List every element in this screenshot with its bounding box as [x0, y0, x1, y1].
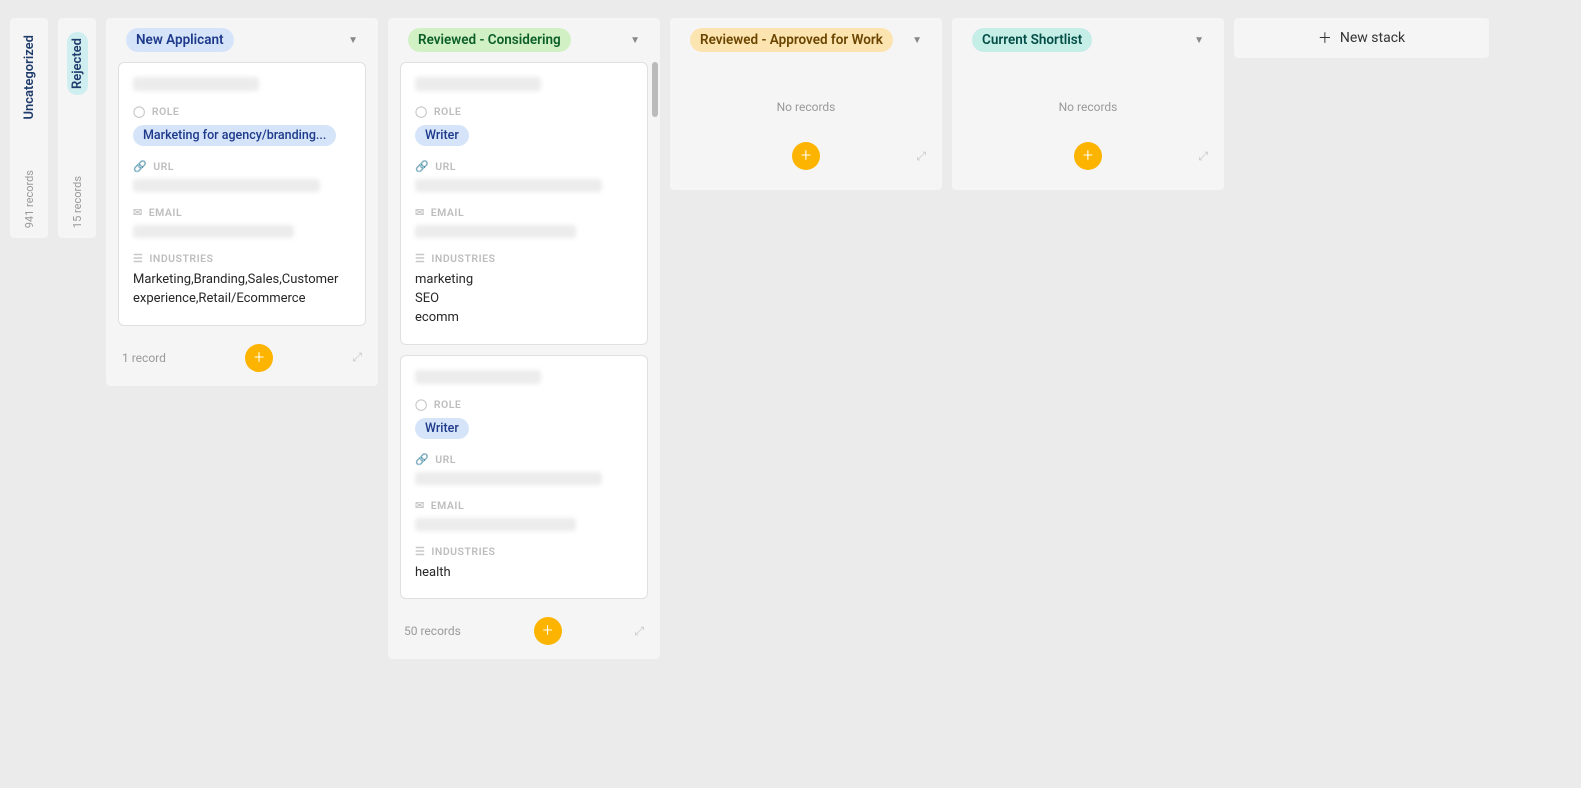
stack-dropdown-icon[interactable]: ▼	[348, 35, 358, 46]
email-redacted	[133, 225, 294, 238]
collapsed-stack-count: 15 records	[71, 176, 84, 228]
stack-empty-body: No records + ⤢	[670, 62, 942, 190]
stack-header: New Applicant ▼	[106, 18, 378, 62]
record-card[interactable]: ◯ROLE Marketing for agency/branding... 🔗…	[118, 62, 366, 326]
collapsed-stack-label: Rejected	[67, 32, 88, 95]
field-label-email: ✉EMAIL	[415, 499, 633, 512]
new-stack-button[interactable]: ＋ New stack	[1234, 18, 1489, 58]
list-icon: ☰	[133, 252, 143, 265]
industries-value: health	[415, 564, 633, 583]
stack-cards[interactable]: ◯ROLE Marketing for agency/branding... 🔗…	[106, 62, 378, 336]
no-records-text: No records	[670, 72, 942, 142]
record-title-redacted	[415, 77, 541, 91]
add-record-button[interactable]: +	[534, 617, 562, 645]
email-redacted	[415, 225, 576, 238]
collapsed-stack-count: 941 records	[23, 170, 36, 228]
new-stack-label: New stack	[1340, 30, 1405, 46]
plus-icon: ＋	[1318, 28, 1332, 48]
stack-dropdown-icon[interactable]: ▼	[630, 35, 640, 46]
stack-empty-body: No records + ⤢	[952, 62, 1224, 190]
field-label-industries: ☰INDUSTRIES	[415, 252, 633, 265]
stack-1: Reviewed - Considering ▼ ◯ROLE Writer 🔗U…	[388, 18, 660, 659]
circle-icon: ◯	[415, 105, 428, 118]
url-redacted	[415, 179, 602, 192]
list-icon: ☰	[415, 545, 425, 558]
industries-value: Marketing,Branding,Sales,Customer experi…	[133, 271, 351, 309]
no-records-text: No records	[952, 72, 1224, 142]
scrollbar-thumb[interactable]	[652, 62, 658, 117]
link-icon: 🔗	[133, 160, 147, 173]
circle-icon: ◯	[133, 105, 146, 118]
circle-icon: ◯	[415, 398, 428, 411]
field-label-email: ✉EMAIL	[415, 206, 633, 219]
stack-header: Reviewed - Considering ▼	[388, 18, 660, 62]
field-label-url: 🔗URL	[133, 160, 351, 173]
mail-icon: ✉	[415, 206, 425, 219]
field-label-role: ◯ROLE	[133, 105, 351, 118]
stack-header: Current Shortlist ▼	[952, 18, 1224, 62]
field-label-industries: ☰INDUSTRIES	[133, 252, 351, 265]
email-redacted	[415, 518, 576, 531]
field-label-role: ◯ROLE	[415, 398, 633, 411]
collapse-icon[interactable]: ⤢	[916, 149, 926, 164]
collapsed-stack-label: Uncategorized	[16, 32, 43, 123]
url-redacted	[415, 472, 602, 485]
stack-title-pill[interactable]: Reviewed - Approved for Work	[690, 28, 893, 52]
stack-header: Reviewed - Approved for Work ▼	[670, 18, 942, 62]
stack-title-pill[interactable]: Reviewed - Considering	[408, 28, 571, 52]
link-icon: 🔗	[415, 160, 429, 173]
industries-value: marketingSEOecomm	[415, 271, 633, 328]
record-title-redacted	[133, 77, 259, 91]
stack-title-pill[interactable]: New Applicant	[126, 28, 234, 52]
mail-icon: ✉	[133, 206, 143, 219]
collapsed-stack-0[interactable]: Uncategorized 941 records	[10, 18, 48, 238]
stack-2: Reviewed - Approved for Work ▼ No record…	[670, 18, 942, 190]
role-pill: Marketing for agency/branding...	[133, 125, 336, 146]
list-icon: ☰	[415, 252, 425, 265]
collapse-icon[interactable]: ⤢	[352, 350, 362, 365]
field-label-url: 🔗URL	[415, 453, 633, 466]
mail-icon: ✉	[415, 499, 425, 512]
field-label-industries: ☰INDUSTRIES	[415, 545, 633, 558]
stack-footer: 1 record + ⤢	[106, 336, 378, 386]
stack-cards[interactable]: ◯ROLE Writer 🔗URL ✉EMAIL ☰INDUSTRIES mar…	[388, 62, 660, 609]
add-record-button[interactable]: +	[792, 142, 820, 170]
stack-footer: 50 records + ⤢	[388, 609, 660, 659]
field-label-role: ◯ROLE	[415, 105, 633, 118]
stack-dropdown-icon[interactable]: ▼	[912, 35, 922, 46]
field-label-email: ✉EMAIL	[133, 206, 351, 219]
stack-record-count: 1 record	[122, 351, 166, 365]
stack-title-pill[interactable]: Current Shortlist	[972, 28, 1092, 52]
record-card[interactable]: ◯ROLE Writer 🔗URL ✉EMAIL ☰INDUSTRIES mar…	[400, 62, 648, 345]
stack-dropdown-icon[interactable]: ▼	[1194, 35, 1204, 46]
url-redacted	[133, 179, 320, 192]
record-card[interactable]: ◯ROLE Writer 🔗URL ✉EMAIL ☰INDUSTRIES hea…	[400, 355, 648, 600]
collapse-icon[interactable]: ⤢	[634, 624, 644, 639]
collapse-icon[interactable]: ⤢	[1198, 149, 1208, 164]
link-icon: 🔗	[415, 453, 429, 466]
stack-record-count: 50 records	[404, 624, 461, 638]
collapsed-stack-1[interactable]: Rejected 15 records	[58, 18, 96, 238]
stack-0: New Applicant ▼ ◯ROLE Marketing for agen…	[106, 18, 378, 386]
add-record-button[interactable]: +	[245, 344, 273, 372]
role-pill: Writer	[415, 125, 469, 146]
role-pill: Writer	[415, 418, 469, 439]
add-record-button[interactable]: +	[1074, 142, 1102, 170]
field-label-url: 🔗URL	[415, 160, 633, 173]
record-title-redacted	[415, 370, 541, 384]
stack-3: Current Shortlist ▼ No records + ⤢	[952, 18, 1224, 190]
